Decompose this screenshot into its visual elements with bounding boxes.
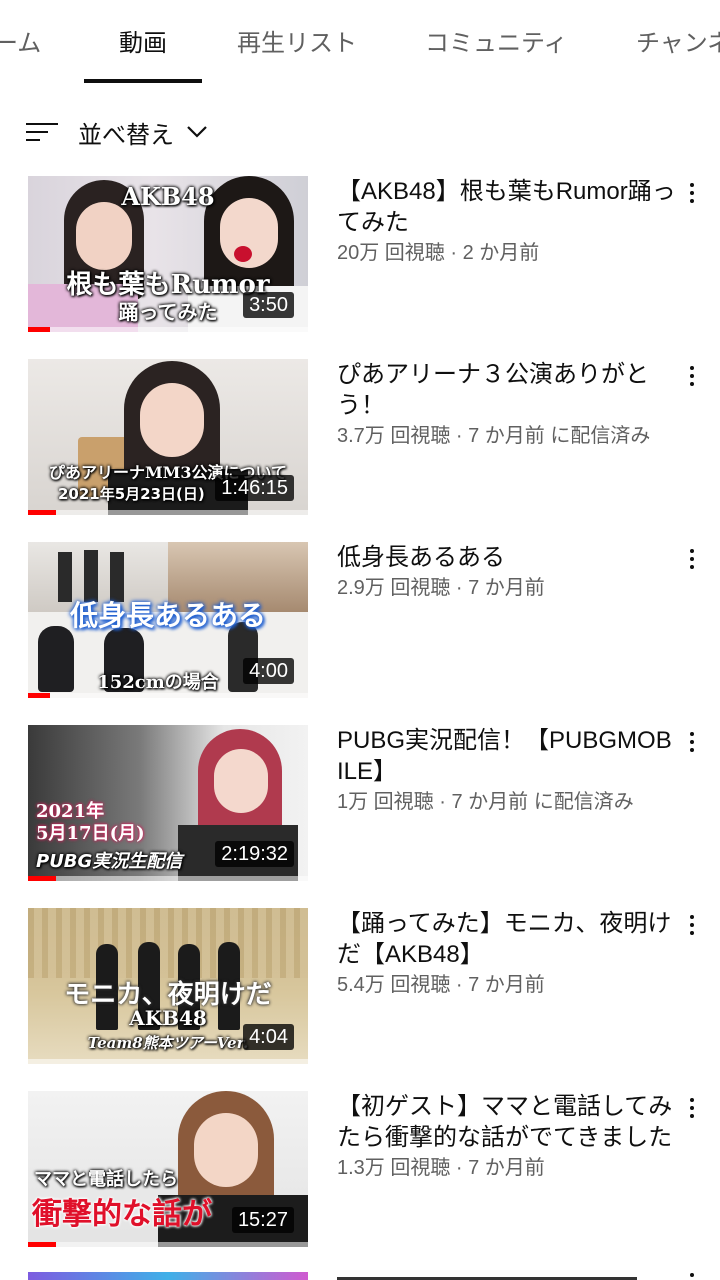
duration-badge: 15:27 <box>231 1207 294 1233</box>
next-video-thumbnail-peek[interactable] <box>28 1272 308 1280</box>
video-title[interactable]: 【踊ってみた】モニカ、夜明けだ【AKB48】 <box>337 908 677 970</box>
watch-progress-track <box>28 693 308 698</box>
active-tab-indicator <box>84 79 202 83</box>
watch-progress <box>28 1242 56 1247</box>
chevron-down-icon <box>187 126 207 138</box>
video-thumbnail[interactable]: ママと電話したら 衝撃的な話が 15:27 <box>28 1091 308 1247</box>
video-title[interactable]: 【初ゲスト】ママと電話してみたら衝撃的な話がでてきました <box>337 1091 677 1153</box>
video-meta: 1万 回視聴 · 7 か月前 に配信済み <box>337 791 634 813</box>
video-item[interactable]: ママと電話したら 衝撃的な話が 15:27 【初ゲスト】ママと電話してみたら衝撃… <box>0 1091 720 1251</box>
watch-progress-track <box>28 1059 308 1064</box>
tab-videos[interactable]: 動画 <box>119 26 167 60</box>
tab-home[interactable]: ーム <box>0 26 41 60</box>
video-thumbnail[interactable]: ぴあアリーナMM3公演について 2021年5月23日(日) 1:46:15 <box>28 359 308 515</box>
channel-tab-bar: ーム 動画 再生リスト コミュニティ チャンネ <box>0 0 720 84</box>
watch-progress <box>28 876 56 881</box>
duration-badge: 2:19:32 <box>215 841 294 867</box>
next-video-title-peek <box>337 1272 677 1280</box>
more-options-icon[interactable] <box>682 180 702 206</box>
watch-progress <box>28 510 56 515</box>
video-meta: 1.3万 回視聴 · 7 か月前 <box>337 1157 545 1179</box>
watch-progress <box>28 327 51 332</box>
video-item[interactable]: モニカ、夜明けだ AKB48 Team8熊本ツアーVer. 4:04 【踊ってみ… <box>0 908 720 1068</box>
more-options-icon[interactable] <box>690 1273 694 1277</box>
watch-progress <box>28 693 51 698</box>
thumbnail-text: AKB48 <box>121 182 215 211</box>
video-item[interactable]: ぴあアリーナMM3公演について 2021年5月23日(日) 1:46:15 ぴあ… <box>0 359 720 519</box>
video-thumbnail[interactable]: AKB48 根も葉もRumor 踊ってみた 3:50 <box>28 176 308 332</box>
video-title[interactable]: 低身長あるある <box>337 542 677 573</box>
video-meta: 5.4万 回視聴 · 7 か月前 <box>337 974 545 996</box>
video-item[interactable]: AKB48 根も葉もRumor 踊ってみた 3:50 【AKB48】根も葉もRu… <box>0 176 720 336</box>
tab-community[interactable]: コミュニティ <box>425 26 568 60</box>
video-thumbnail[interactable]: モニカ、夜明けだ AKB48 Team8熊本ツアーVer. 4:04 <box>28 908 308 1064</box>
more-options-icon[interactable] <box>682 363 702 389</box>
tab-playlists[interactable]: 再生リスト <box>237 26 357 60</box>
watch-progress-track <box>28 876 308 881</box>
more-options-icon[interactable] <box>682 546 702 572</box>
thumbnail-text: ママと電話したら <box>34 1169 178 1190</box>
duration-badge: 1:46:15 <box>215 475 294 501</box>
video-thumbnail[interactable]: 2021年 5月17日(月) PUBG実況生配信 2:19:32 <box>28 725 308 881</box>
video-meta: 3.7万 回視聴 · 7 か月前 に配信済み <box>337 425 651 447</box>
duration-badge: 4:00 <box>243 658 294 684</box>
duration-badge: 4:04 <box>243 1024 294 1050</box>
sort-button[interactable]: 並べ替え <box>26 110 208 154</box>
thumbnail-text: 低身長あるある <box>69 599 266 632</box>
video-item[interactable]: 低身長あるある 152cmの場合 4:00 低身長あるある 2.9万 回視聴 ·… <box>0 542 720 702</box>
video-item[interactable]: 2021年 5月17日(月) PUBG実況生配信 2:19:32 PUBG実況配… <box>0 725 720 885</box>
video-title[interactable]: 【AKB48】根も葉もRumor踊ってみた <box>337 176 677 238</box>
sort-label: 並べ替え <box>78 120 174 149</box>
video-title[interactable]: ぴあアリーナ３公演ありがとう！ <box>337 359 677 421</box>
sort-icon <box>26 119 58 145</box>
tab-channels[interactable]: チャンネ <box>636 26 720 60</box>
more-options-icon[interactable] <box>682 1095 702 1121</box>
watch-progress-track <box>28 1242 308 1247</box>
more-options-icon[interactable] <box>682 729 702 755</box>
video-meta: 20万 回視聴 · 2 か月前 <box>337 242 540 264</box>
watch-progress-track <box>28 510 308 515</box>
more-options-icon[interactable] <box>682 912 702 938</box>
video-title[interactable]: PUBG実況配信！【PUBGMOBILE】 <box>337 725 677 787</box>
video-meta: 2.9万 回視聴 · 7 か月前 <box>337 577 545 599</box>
watch-progress-track <box>28 327 308 332</box>
duration-badge: 3:50 <box>243 292 294 318</box>
video-thumbnail[interactable]: 低身長あるある 152cmの場合 4:00 <box>28 542 308 698</box>
